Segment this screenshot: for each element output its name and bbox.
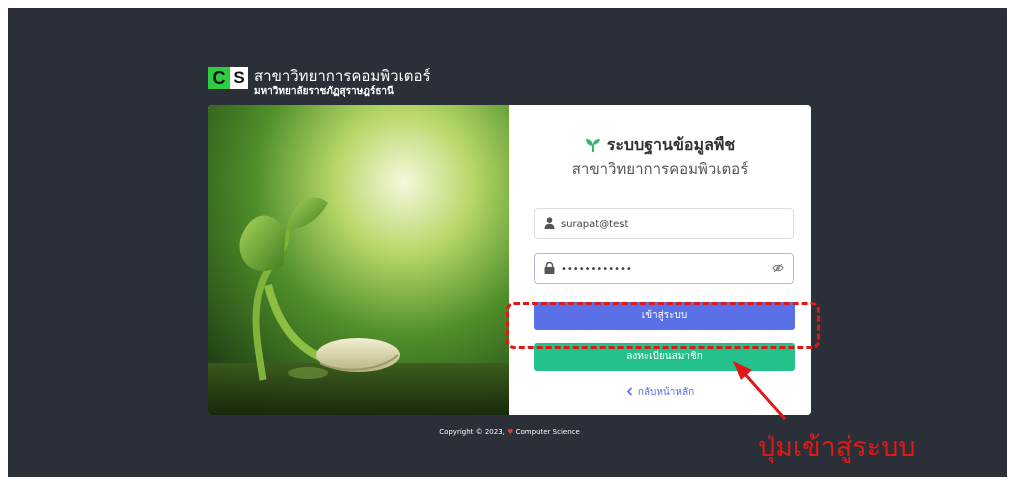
annotation-caption: ปุ่มเข้าสู่ระบบ <box>758 432 916 463</box>
